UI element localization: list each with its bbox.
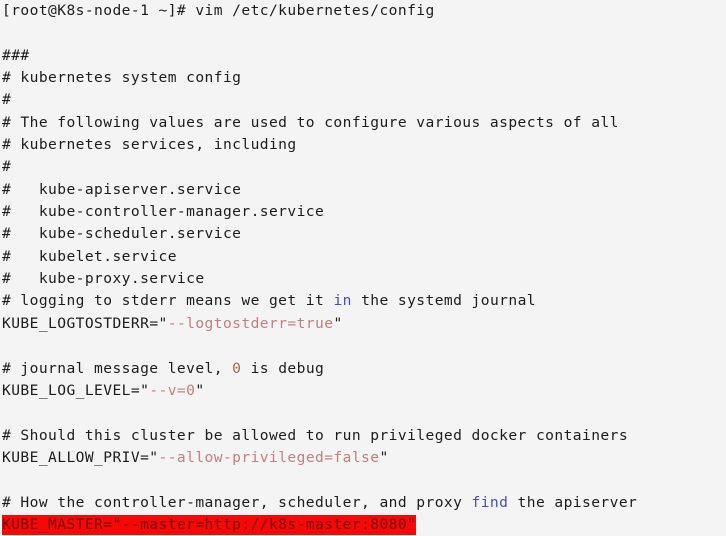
- editor-line-16: KUBE_LOG_LEVEL="--v=0": [0, 380, 726, 402]
- editor-line-7: # kube-apiserver.service: [0, 179, 726, 201]
- config-variable-name: KUBE_LOG_LEVEL: [2, 381, 131, 399]
- shell-prompt-line: [root@K8s-node-1 ~]# vim /etc/kubernetes…: [0, 0, 726, 22]
- spacer-line-1: [0, 22, 726, 44]
- comment-text: # kube-scheduler.service: [2, 225, 242, 243]
- editor-line-21: # How the controller-manager, scheduler,…: [0, 492, 726, 514]
- editor-line-6: #: [0, 156, 726, 178]
- comment-text-after-keyword: the systemd journal: [351, 292, 536, 310]
- comment-text: # kube-apiserver.service: [2, 180, 242, 198]
- number-token-zero: 0: [232, 359, 242, 377]
- comment-text: # kubernetes system config: [2, 69, 242, 87]
- comment-text: # kube-proxy.service: [2, 270, 205, 288]
- editor-line-22[interactable]: KUBE_MASTER="--master=http://k8s-master:…: [0, 514, 417, 536]
- comment-text: # kube-controller-manager.service: [2, 203, 325, 221]
- editor-line-9: # kube-scheduler.service: [0, 223, 726, 245]
- comment-text-before-keyword: # How the controller-manager, scheduler,…: [2, 493, 472, 511]
- editor-line-11: # kube-proxy.service: [0, 268, 726, 290]
- closing-quote: ": [333, 314, 343, 332]
- closing-quote: ": [379, 448, 389, 466]
- terminal-window[interactable]: [root@K8s-node-1 ~]# vim /etc/kubernetes…: [0, 0, 726, 535]
- comment-text-before-keyword: # logging to stderr means we get it: [2, 292, 334, 310]
- closing-quote: ": [195, 381, 205, 399]
- config-value-string: --logtostderr=true: [167, 314, 334, 332]
- comment-text-before-number: # journal message level,: [2, 359, 233, 377]
- comment-text: ###: [2, 46, 30, 64]
- config-value-string: --v=0: [149, 381, 196, 399]
- editor-line-15: # journal message level, 0 is debug: [0, 358, 726, 380]
- editor-line-18: # Should this cluster be allowed to run …: [0, 425, 726, 447]
- config-value-string: --master=http://k8s-master:8080: [121, 515, 408, 533]
- config-variable-name: KUBE_LOGTOSTDERR: [2, 314, 150, 332]
- editor-line-8: # kube-controller-manager.service: [0, 201, 726, 223]
- keyword-token-in: in: [333, 292, 352, 310]
- editor-line-20: [0, 469, 726, 491]
- editor-line-14: [0, 335, 726, 357]
- editor-line-4: # The following values are used to confi…: [0, 112, 726, 134]
- config-variable-name: KUBE_MASTER: [2, 515, 104, 533]
- assignment-operator: =": [130, 381, 150, 399]
- shell-prompt-text: [root@K8s-node-1 ~]# vim /etc/kubernetes…: [2, 2, 435, 19]
- config-value-string: --allow-privileged=false: [158, 448, 380, 466]
- editor-line-19: KUBE_ALLOW_PRIV="--allow-privileged=fals…: [0, 447, 726, 469]
- editor-line-13: KUBE_LOGTOSTDERR="--logtostderr=true": [0, 313, 726, 335]
- editor-line-3: #: [0, 89, 726, 111]
- search-highlight-bar[interactable]: KUBE_MASTER="--master=http://k8s-master:…: [2, 514, 417, 535]
- editor-line-10: # kubelet.service: [0, 246, 726, 268]
- comment-text: # kubernetes services, including: [2, 136, 297, 154]
- keyword-token-find: find: [471, 493, 509, 511]
- assignment-operator: =": [149, 314, 168, 332]
- assignment-operator: =": [103, 515, 122, 533]
- comment-text: # kubelet.service: [2, 247, 177, 265]
- comment-text-after-keyword: the apiserver: [508, 493, 638, 511]
- closing-quote: ": [407, 515, 417, 533]
- editor-line-2: # kubernetes system config: [0, 67, 726, 89]
- editor-line-12: # logging to stderr means we get it in t…: [0, 290, 726, 312]
- assignment-operator: =": [140, 448, 159, 466]
- comment-text: # The following values are used to confi…: [2, 113, 619, 131]
- editor-line-17: [0, 402, 726, 424]
- editor-line-1: ###: [0, 45, 726, 67]
- comment-text: # Should this cluster be allowed to run …: [2, 426, 629, 444]
- config-variable-name: KUBE_ALLOW_PRIV: [2, 448, 141, 466]
- editor-line-5: # kubernetes services, including: [0, 134, 726, 156]
- comment-text-after-number: is debug: [241, 359, 325, 377]
- comment-text: #: [2, 91, 12, 109]
- comment-text: #: [2, 158, 12, 176]
